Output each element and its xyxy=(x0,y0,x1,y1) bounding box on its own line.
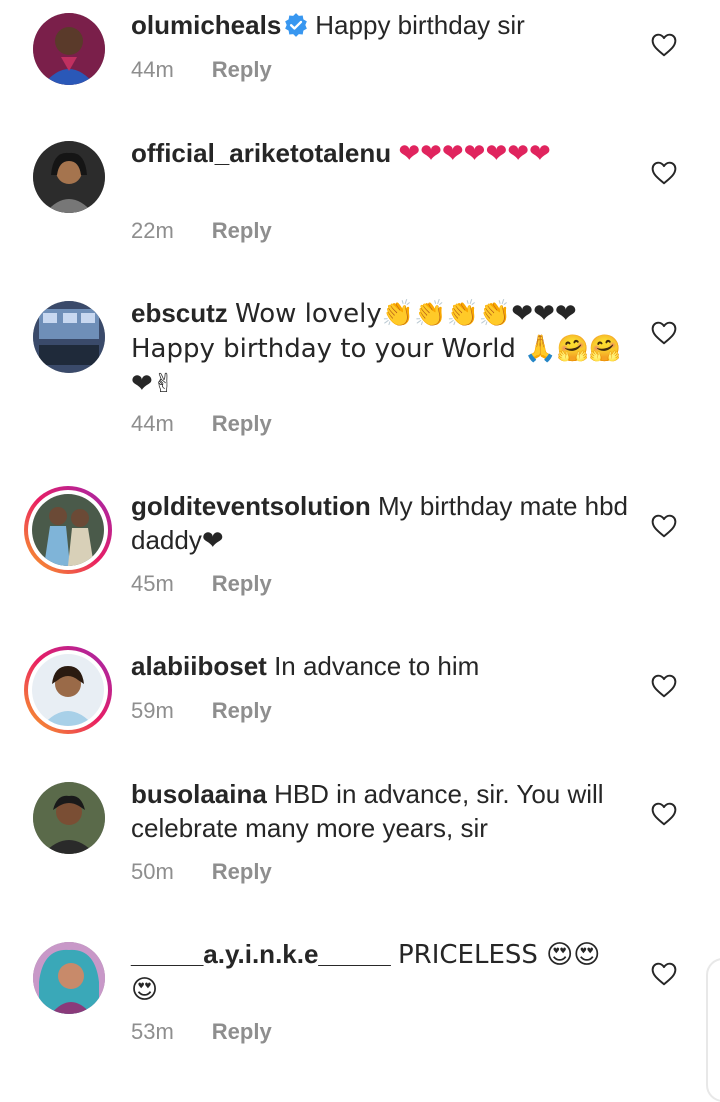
heart-outline-icon[interactable] xyxy=(651,962,677,986)
comment-time: 44m xyxy=(131,57,174,82)
comment-username[interactable]: busolaaina xyxy=(131,779,267,809)
avatar[interactable] xyxy=(33,301,105,373)
reply-button[interactable]: Reply xyxy=(212,698,272,723)
comment-meta: 44m Reply xyxy=(131,411,272,437)
reply-button[interactable]: Reply xyxy=(212,218,272,243)
comment-text: ❤❤❤❤❤❤❤ xyxy=(398,139,551,169)
avatar[interactable] xyxy=(33,13,105,85)
story-avatar[interactable] xyxy=(24,646,112,734)
comment-body: busolaaina HBD in advance, sir. You will… xyxy=(131,777,631,845)
floating-panel-edge xyxy=(706,958,720,1102)
comment-body: official_ariketotalenu ❤❤❤❤❤❤❤ xyxy=(131,136,631,171)
heart-outline-icon[interactable] xyxy=(651,674,677,698)
comment-username[interactable]: olumicheals xyxy=(131,10,281,40)
heart-outline-icon[interactable] xyxy=(651,321,677,345)
verified-badge-icon xyxy=(285,13,308,37)
avatar[interactable] xyxy=(33,942,105,1014)
comment-time: 53m xyxy=(131,1019,174,1044)
comment-body: alabiiboset In advance to him xyxy=(131,649,631,683)
reply-button[interactable]: Reply xyxy=(212,571,272,596)
comment-time: 50m xyxy=(131,859,174,884)
comment-time: 22m xyxy=(131,218,174,243)
comment-meta: 59m Reply xyxy=(131,698,272,724)
comment-time: 59m xyxy=(131,698,174,723)
heart-outline-icon[interactable] xyxy=(651,161,677,185)
comment-meta: 45m Reply xyxy=(131,571,272,597)
comment-meta: 44m Reply xyxy=(131,57,272,83)
comment-time: 45m xyxy=(131,571,174,596)
comment-username[interactable]: official_ariketotalenu xyxy=(131,138,391,168)
comment-body: _____a.y.i.n.k.e_____ PRICELESS 😍😍 😍 xyxy=(131,937,631,1007)
comment-body: olumicheals Happy birthday sir xyxy=(131,8,631,42)
comment-body: golditeventsolution My birthday mate hbd… xyxy=(131,489,631,557)
avatar[interactable] xyxy=(33,782,105,854)
comment-text: In advance to him xyxy=(274,651,480,681)
story-avatar[interactable] xyxy=(24,486,112,574)
comment-time: 44m xyxy=(131,411,174,436)
comment-meta: 53m Reply xyxy=(131,1019,272,1045)
reply-button[interactable]: Reply xyxy=(212,1019,272,1044)
heart-outline-icon[interactable] xyxy=(651,802,677,826)
comment-body: ebscutz Wow lovely👏👏👏👏❤❤❤ Happy birthday… xyxy=(131,296,631,401)
comment-text: Happy birthday sir xyxy=(315,10,525,40)
avatar[interactable] xyxy=(33,141,105,213)
reply-button[interactable]: Reply xyxy=(212,411,272,436)
comment-username[interactable]: golditeventsolution xyxy=(131,491,371,521)
comment-meta: 50m Reply xyxy=(131,859,272,885)
reply-button[interactable]: Reply xyxy=(212,57,272,82)
comment-meta: 22m Reply xyxy=(131,218,272,244)
reply-button[interactable]: Reply xyxy=(212,859,272,884)
heart-outline-icon[interactable] xyxy=(651,33,677,57)
comment-username[interactable]: ebscutz xyxy=(131,298,228,328)
heart-outline-icon[interactable] xyxy=(651,514,677,538)
comment-username[interactable]: alabiiboset xyxy=(131,651,267,681)
comment-username[interactable]: _____a.y.i.n.k.e_____ xyxy=(131,939,391,969)
